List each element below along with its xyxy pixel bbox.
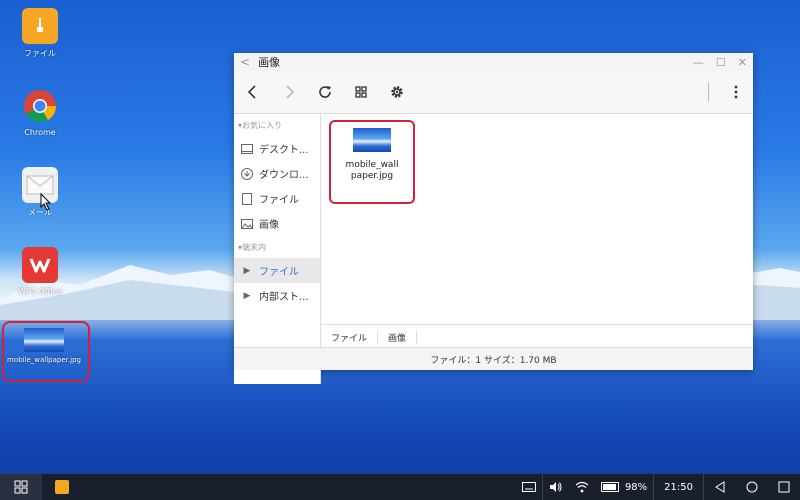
file-name-line1: mobile_wall (345, 160, 399, 170)
chrome-icon (22, 88, 58, 124)
settings-button[interactable] (380, 75, 414, 109)
wifi-icon[interactable] (575, 481, 589, 493)
desktop-icon-label: Chrome (24, 128, 56, 137)
sidebar-item-label: ファイル (259, 267, 299, 278)
chevron-right-icon (286, 85, 295, 99)
sidebar-item-label: 内部スト... (259, 292, 309, 303)
battery-percent: 98% (624, 481, 648, 493)
minimize-icon[interactable]: — (693, 56, 704, 69)
status-text: ファイル：1 サイズ：1.70 MB (430, 355, 557, 366)
refresh-icon (319, 86, 331, 98)
download-icon (240, 167, 254, 181)
apps-grid-icon (14, 480, 28, 494)
window-titlebar: < 画像 — ☐ ✕ (234, 53, 753, 71)
gear-icon (391, 86, 403, 98)
start-button[interactable] (0, 474, 42, 500)
maximize-icon[interactable]: ☐ (716, 56, 726, 69)
sidebar-item-internal-storage[interactable]: ▶ 内部スト... (234, 283, 320, 308)
nav-recents-icon[interactable] (778, 481, 790, 493)
close-icon[interactable]: ✕ (738, 56, 747, 69)
clock[interactable]: 21:50 (664, 482, 693, 493)
back-arrow-icon[interactable]: < (240, 55, 250, 69)
chevron-left-icon (247, 85, 256, 99)
sidebar-item-images[interactable]: 画像 (234, 211, 320, 236)
file-item-wallpaper[interactable]: mobile_wall paper.jpg (329, 120, 415, 204)
more-vert-icon (734, 85, 738, 99)
wps-office-icon (22, 247, 58, 283)
grid-icon (355, 86, 367, 98)
sidebar-item-label: デスクト... (259, 145, 309, 156)
toolbar-divider (708, 83, 709, 101)
sidebar-item-label: 画像 (259, 220, 279, 231)
file-list-area: mobile_wall paper.jpg (321, 114, 753, 324)
desktop-icon-label: WPS Office (18, 287, 62, 296)
back-button[interactable] (236, 75, 270, 109)
image-icon (240, 217, 254, 231)
taskbar-divider (541, 474, 543, 500)
nav-home-icon[interactable] (746, 481, 758, 493)
sidebar-item-files-device[interactable]: ▶ ファイル (234, 258, 320, 283)
desktop-icon-files[interactable]: ファイル (5, 8, 75, 59)
sidebar-section-favorites[interactable]: ▾お気に入り (234, 114, 320, 136)
status-bar: ファイル：1 サイズ：1.70 MB (234, 347, 753, 370)
files-app-icon (22, 8, 58, 44)
battery-icon (600, 482, 619, 492)
keyboard-icon[interactable] (521, 482, 536, 492)
files-app-icon (55, 480, 69, 494)
sidebar-item-label: ファイル (259, 195, 299, 206)
breadcrumb: ファイル 画像 (321, 324, 753, 349)
breadcrumb-item[interactable]: 画像 (378, 330, 418, 344)
desktop-icon (240, 142, 254, 156)
taskbar-divider (653, 474, 655, 500)
breadcrumb-item[interactable]: ファイル (321, 330, 379, 344)
toolbar (234, 71, 753, 114)
sidebar-item-downloads[interactable]: ダウンロ... (234, 161, 320, 186)
mouse-cursor-icon (40, 193, 52, 211)
taskbar-app-files[interactable] (42, 474, 82, 500)
taskbar: 98% 21:50 (0, 474, 800, 500)
desktop-icon-chrome[interactable]: Chrome (5, 88, 75, 137)
taskbar-divider (703, 474, 704, 500)
desktop-icon-wallpaper-file[interactable]: mobile_wallpaper.jpg (5, 328, 83, 364)
window-title: 画像 (258, 56, 281, 69)
refresh-button[interactable] (308, 75, 342, 109)
desktop-icon-label: ファイル (24, 49, 56, 58)
desktop-icon-wps-office[interactable]: WPS Office (5, 247, 75, 296)
more-options-button[interactable] (719, 75, 753, 109)
sidebar-item-files[interactable]: ファイル (234, 186, 320, 211)
image-thumbnail (24, 328, 64, 352)
desktop-icon-label: mobile_wallpaper.jpg (7, 356, 81, 364)
view-mode-button[interactable] (344, 75, 378, 109)
document-icon (240, 192, 254, 206)
sidebar-section-device[interactable]: ▾端末内 (234, 236, 320, 258)
file-name-line2: paper.jpg (350, 171, 394, 181)
sidebar-item-label: ダウンロ... (259, 170, 309, 181)
nav-back-icon[interactable] (714, 481, 726, 493)
file-manager-window: < 画像 — ☐ ✕ ▾お気に入り デスクト... ダウンロ... ファイル 画… (234, 53, 753, 384)
sidebar: ▾お気に入り デスクト... ダウンロ... ファイル 画像 ▾端末内 ▶ ファ… (234, 114, 321, 384)
battery-status[interactable]: 98% (600, 481, 648, 493)
image-thumbnail (353, 128, 391, 152)
expand-arrow-icon: ▶ (243, 290, 251, 301)
volume-icon[interactable] (549, 481, 563, 493)
expand-arrow-icon: ▶ (243, 265, 251, 276)
sidebar-item-desktop[interactable]: デスクト... (234, 136, 320, 161)
forward-button[interactable] (272, 75, 306, 109)
